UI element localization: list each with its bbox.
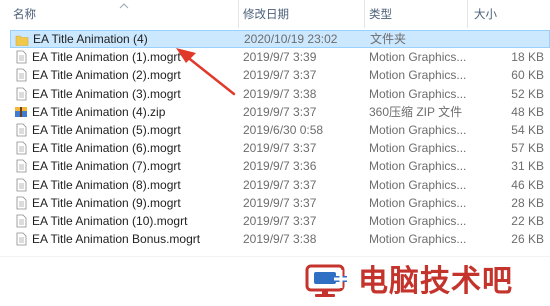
- file-type: Motion Graphics...: [369, 195, 467, 210]
- file-icon: [14, 159, 28, 173]
- file-icon: [14, 178, 28, 192]
- file-type: 360压缩 ZIP 文件: [369, 104, 463, 119]
- file-name: EA Title Animation (3).mogrt: [32, 86, 181, 101]
- file-icon: [14, 214, 28, 228]
- file-name: EA Title Animation (4): [33, 32, 148, 46]
- file-date: 2020/10/19 23:02: [244, 32, 338, 46]
- file-type: Motion Graphics...: [369, 86, 467, 101]
- column-divider[interactable]: [364, 0, 365, 28]
- file-icon: [14, 232, 28, 246]
- file-date: 2019/9/7 3:37: [243, 68, 317, 83]
- file-size: 52 KB: [511, 86, 544, 101]
- file-row[interactable]: EA Title Animation (4).zip 2019/9/7 3:37 3…: [10, 103, 550, 121]
- watermark: 电脑技术吧: [300, 262, 550, 302]
- file-row[interactable]: EA Title Animation (3).mogrt 2019/9/7 3:3…: [10, 85, 550, 103]
- file-name: EA Title Animation Bonus.mogrt: [32, 232, 201, 247]
- file-name: EA Title Animation (9).mogrt: [32, 195, 181, 210]
- file-type: Motion Graphics...: [369, 50, 467, 65]
- file-row[interactable]: EA Title Animation (2).mogrt 2019/9/7 3:3…: [10, 66, 550, 84]
- computer-logo-icon: [305, 264, 348, 297]
- file-name: EA Title Animation (10).mogrt: [32, 214, 188, 228]
- file-row[interactable]: EA Title Animation (5).mogrt 2019/6/30 0:…: [10, 121, 550, 139]
- column-header-bar: 名称 修改日期 类型 大小: [0, 0, 550, 28]
- file-date: 2019/9/7 3:37: [243, 214, 317, 228]
- column-divider[interactable]: [467, 0, 468, 28]
- file-name: EA Title Animation (8).mogrt: [32, 177, 181, 192]
- file-type: Motion Graphics...: [369, 123, 467, 137]
- file-size: [473, 31, 545, 47]
- file-size: 48 KB: [511, 104, 544, 119]
- file-date: 2019/9/7 3:38: [243, 86, 317, 101]
- file-name: EA Title Animation (7).mogrt: [32, 159, 181, 174]
- file-icon: [14, 87, 28, 101]
- file-row[interactable]: EA Title Animation Bonus.mogrt 2019/9/7 3…: [10, 230, 550, 248]
- file-name: EA Title Animation (4).zip: [32, 104, 166, 119]
- file-size: 54 KB: [511, 123, 544, 137]
- file-name: EA Title Animation (5).mogrt: [32, 123, 181, 137]
- file-size: 22 KB: [511, 214, 544, 228]
- file-type: Motion Graphics...: [369, 214, 467, 228]
- file-name: EA Title Animation (2).mogrt: [32, 68, 181, 83]
- file-row[interactable]: EA Title Animation (6).mogrt 2019/9/7 3:3…: [10, 139, 550, 157]
- file-size: 60 KB: [511, 68, 544, 83]
- file-row[interactable]: EA Title Animation (10).mogrt 2019/9/7 3:…: [10, 212, 550, 230]
- file-icon: [14, 141, 28, 155]
- folder-icon: [15, 33, 29, 47]
- file-type: 文件夹: [370, 32, 407, 46]
- file-type: Motion Graphics...: [369, 159, 467, 174]
- file-size: 26 KB: [511, 232, 544, 247]
- file-row[interactable]: EA Title Animation (7).mogrt 2019/9/7 3:3…: [10, 157, 550, 175]
- file-row[interactable]: EA Title Animation (9).mogrt 2019/9/7 3:3…: [10, 194, 550, 212]
- file-date: 2019/9/7 3:36: [243, 159, 317, 174]
- column-size-header[interactable]: 大小: [474, 0, 497, 28]
- file-size: 18 KB: [511, 50, 544, 65]
- sort-ascending-icon: [119, 3, 129, 9]
- column-name-header[interactable]: 名称: [13, 0, 36, 28]
- file-row[interactable]: EA Title Animation (8).mogrt 2019/9/7 3:3…: [10, 176, 550, 194]
- file-date: 2019/9/7 3:37: [243, 177, 317, 192]
- file-type: Motion Graphics...: [369, 141, 467, 156]
- file-type: Motion Graphics...: [369, 232, 467, 247]
- file-size: 31 KB: [511, 159, 544, 174]
- file-icon: [14, 123, 28, 137]
- file-date: 2019/9/7 3:37: [243, 141, 317, 156]
- file-icon: [14, 196, 28, 210]
- file-date: 2019/9/7 3:38: [243, 232, 317, 247]
- file-name: EA Title Animation (6).mogrt: [32, 141, 181, 156]
- file-icon: [14, 68, 28, 82]
- watermark-text: 电脑技术吧: [358, 264, 513, 299]
- file-size: 57 KB: [511, 141, 544, 156]
- file-size: 46 KB: [511, 177, 544, 192]
- file-type: Motion Graphics...: [369, 177, 467, 192]
- file-size: 28 KB: [511, 195, 544, 210]
- zip-icon: [14, 105, 28, 119]
- column-date-header[interactable]: 修改日期: [243, 0, 289, 28]
- column-type-header[interactable]: 类型: [369, 0, 392, 28]
- file-row[interactable]: EA Title Animation (4) 2020/10/19 23:02 文件…: [10, 30, 550, 48]
- file-date: 2019/9/7 3:39: [243, 50, 317, 65]
- file-date: 2019/9/7 3:37: [243, 195, 317, 210]
- divider: [0, 256, 550, 257]
- file-row[interactable]: EA Title Animation (1).mogrt 2019/9/7 3:3…: [10, 48, 550, 66]
- file-date: 2019/9/7 3:37: [243, 104, 317, 119]
- file-date: 2019/6/30 0:58: [243, 123, 324, 137]
- file-name: EA Title Animation (1).mogrt: [32, 50, 181, 65]
- file-type: Motion Graphics...: [369, 68, 467, 83]
- column-divider[interactable]: [238, 0, 239, 28]
- file-icon: [14, 50, 28, 64]
